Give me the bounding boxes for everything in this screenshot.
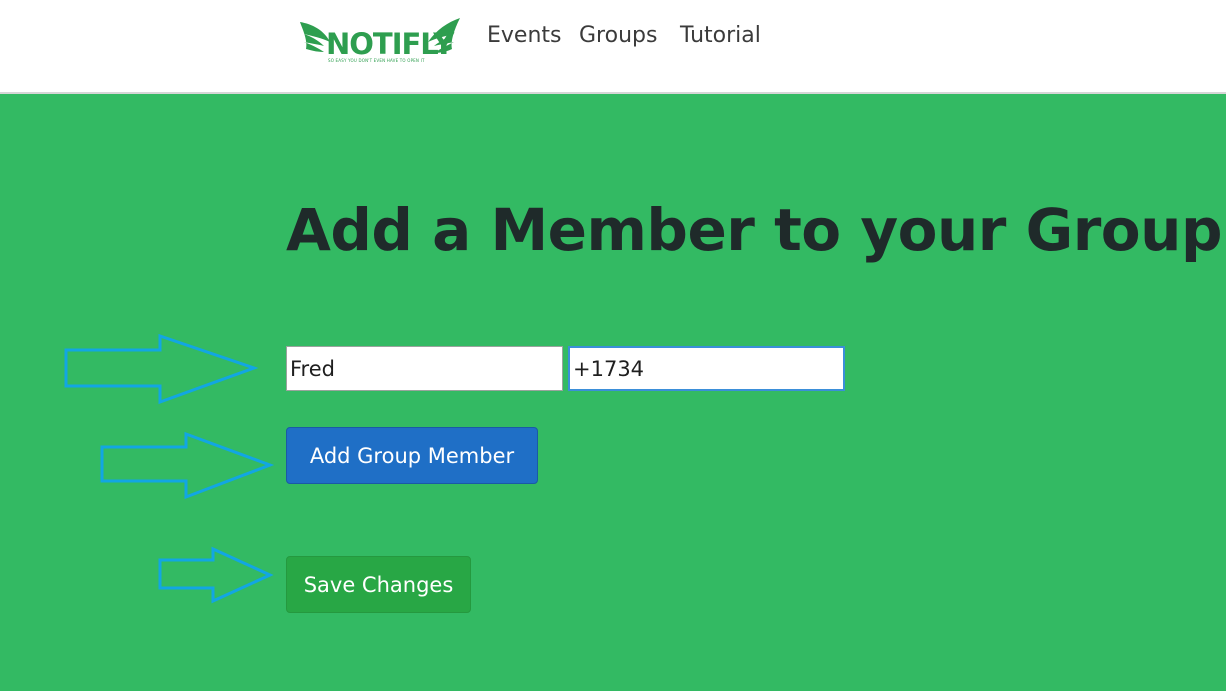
top-navbar: NOTIFLY SO EASY YOU DON'T EVEN HAVE TO O…: [0, 0, 1226, 94]
logo-tagline: SO EASY YOU DON'T EVEN HAVE TO OPEN IT: [328, 58, 425, 63]
nav-link-groups[interactable]: Groups: [579, 20, 657, 52]
nav-link-events[interactable]: Events: [487, 20, 562, 52]
logo-text: NOTIFLY: [326, 27, 454, 61]
nav-link-tutorial[interactable]: Tutorial: [680, 20, 761, 52]
arrow-right-icon: [158, 546, 274, 604]
page-title: Add a Member to your Group!: [286, 196, 1226, 264]
member-phone-input[interactable]: [568, 346, 845, 391]
save-changes-button[interactable]: Save Changes: [286, 556, 471, 613]
arrow-right-icon: [64, 334, 259, 405]
add-group-member-button[interactable]: Add Group Member: [286, 427, 538, 484]
arrow-right-icon: [100, 431, 275, 500]
notifly-logo[interactable]: NOTIFLY SO EASY YOU DON'T EVEN HAVE TO O…: [298, 16, 462, 68]
member-name-input[interactable]: [286, 346, 563, 391]
